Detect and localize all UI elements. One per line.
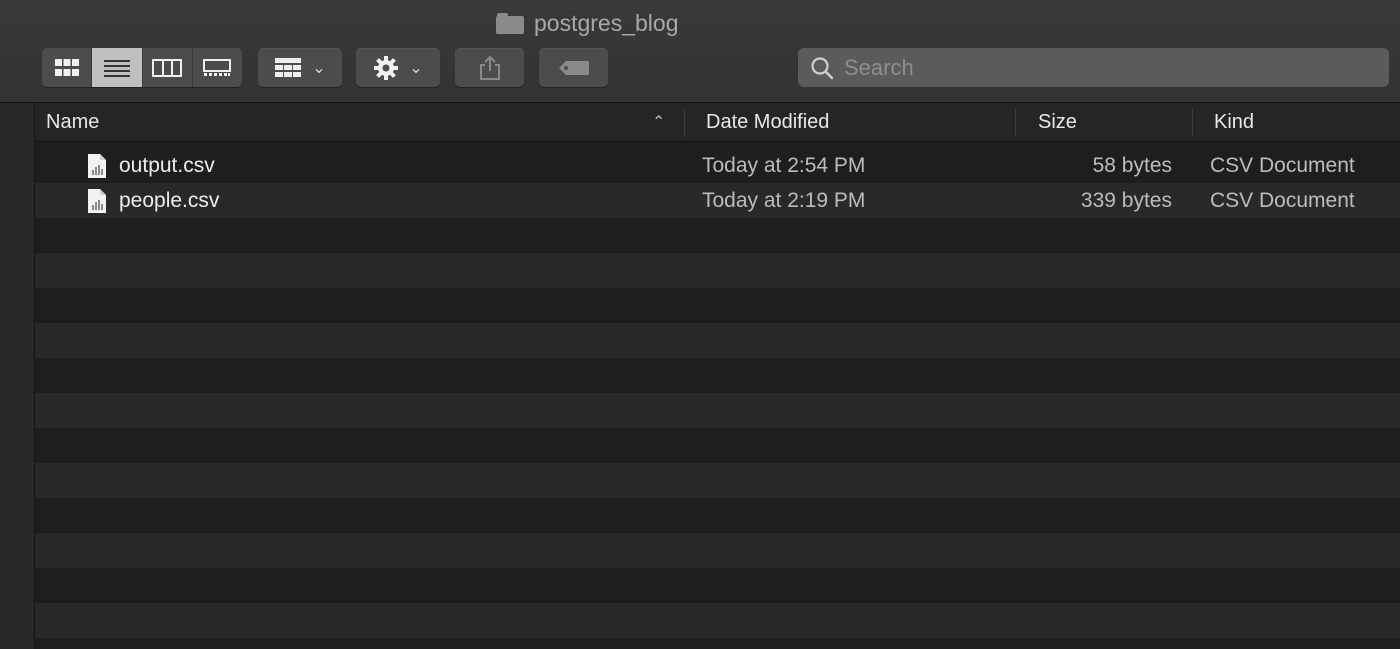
file-row[interactable]: output.csv Today at 2:54 PM 58 bytes CSV… bbox=[35, 148, 1400, 183]
chevron-down-icon: ⌄ bbox=[312, 59, 326, 77]
sort-indicator: ⌃ bbox=[652, 114, 666, 131]
empty-row-stripe bbox=[35, 393, 1400, 428]
action-button[interactable]: ⌄ bbox=[356, 48, 440, 87]
sort-ascending-icon[interactable]: ⌃ bbox=[652, 103, 665, 141]
sidebar[interactable] bbox=[0, 103, 35, 649]
empty-row-stripe bbox=[35, 498, 1400, 533]
window-title-text: postgres_blog bbox=[534, 9, 679, 36]
columns-icon bbox=[152, 58, 183, 77]
empty-row-stripe bbox=[35, 288, 1400, 323]
group-by-button[interactable]: ⌄ bbox=[258, 48, 342, 87]
gallery-view-button[interactable] bbox=[193, 48, 242, 87]
empty-row-stripe bbox=[35, 568, 1400, 603]
name-column-label: Name bbox=[46, 110, 100, 133]
file-size: 58 bytes bbox=[1092, 153, 1172, 177]
column-view-button[interactable] bbox=[143, 48, 193, 87]
grid-icon bbox=[54, 58, 79, 76]
column-divider[interactable] bbox=[1015, 109, 1016, 137]
column-divider[interactable] bbox=[1192, 109, 1193, 137]
list-icon bbox=[103, 59, 130, 77]
folder-icon bbox=[496, 12, 524, 34]
chevron-down-icon: ⌄ bbox=[409, 59, 423, 77]
column-divider[interactable] bbox=[684, 109, 685, 137]
size-column-header[interactable]: Size bbox=[1038, 103, 1077, 141]
empty-row-stripe bbox=[35, 323, 1400, 358]
file-kind: CSV Document bbox=[1210, 188, 1355, 212]
file-name: people.csv bbox=[119, 188, 220, 212]
search-field[interactable] bbox=[798, 48, 1389, 87]
file-size: 339 bytes bbox=[1080, 188, 1172, 212]
empty-row-stripe bbox=[35, 533, 1400, 568]
empty-row-stripe bbox=[35, 218, 1400, 253]
name-column-header[interactable]: Name bbox=[46, 103, 99, 141]
icon-view-button[interactable] bbox=[42, 48, 93, 87]
empty-row-stripe bbox=[35, 428, 1400, 463]
csv-document-icon bbox=[87, 148, 107, 183]
share-button[interactable] bbox=[455, 48, 524, 87]
window-title: postgres_blog bbox=[496, 8, 679, 38]
file-date-modified: Today at 2:19 PM bbox=[702, 188, 866, 212]
date-modified-column-header[interactable]: Date Modified bbox=[706, 103, 829, 141]
column-header-row: Name ⌃ Date Modified Size Kind bbox=[35, 103, 1400, 142]
empty-row-stripe bbox=[35, 358, 1400, 393]
tags-button[interactable] bbox=[539, 48, 608, 87]
search-icon bbox=[811, 56, 834, 79]
window-titlebar: postgres_blog ⌄ ⌄ Search bbox=[0, 0, 1400, 103]
file-kind: CSV Document bbox=[1210, 153, 1355, 177]
file-date-modified: Today at 2:54 PM bbox=[702, 153, 866, 177]
search-input[interactable] bbox=[842, 53, 1366, 82]
share-icon bbox=[479, 55, 500, 80]
csv-document-icon bbox=[87, 183, 107, 218]
empty-row-stripe bbox=[35, 463, 1400, 498]
empty-row-stripe bbox=[35, 253, 1400, 288]
gallery-icon bbox=[203, 58, 232, 76]
group-grid-icon bbox=[275, 57, 302, 77]
file-row[interactable]: people.csv Today at 2:19 PM 339 bytes CS… bbox=[35, 183, 1400, 218]
tag-icon bbox=[558, 60, 589, 75]
file-list: output.csv Today at 2:54 PM 58 bytes CSV… bbox=[35, 142, 1400, 649]
size-column-label: Size bbox=[1038, 110, 1077, 133]
date-modified-column-label: Date Modified bbox=[706, 110, 830, 133]
gear-icon bbox=[374, 55, 399, 80]
kind-column-label: Kind bbox=[1214, 110, 1255, 133]
view-mode-segmented-control bbox=[42, 48, 242, 87]
file-name: output.csv bbox=[119, 153, 215, 177]
list-view-button[interactable] bbox=[92, 48, 143, 87]
empty-row-stripe bbox=[35, 603, 1400, 638]
kind-column-header[interactable]: Kind bbox=[1214, 103, 1254, 141]
